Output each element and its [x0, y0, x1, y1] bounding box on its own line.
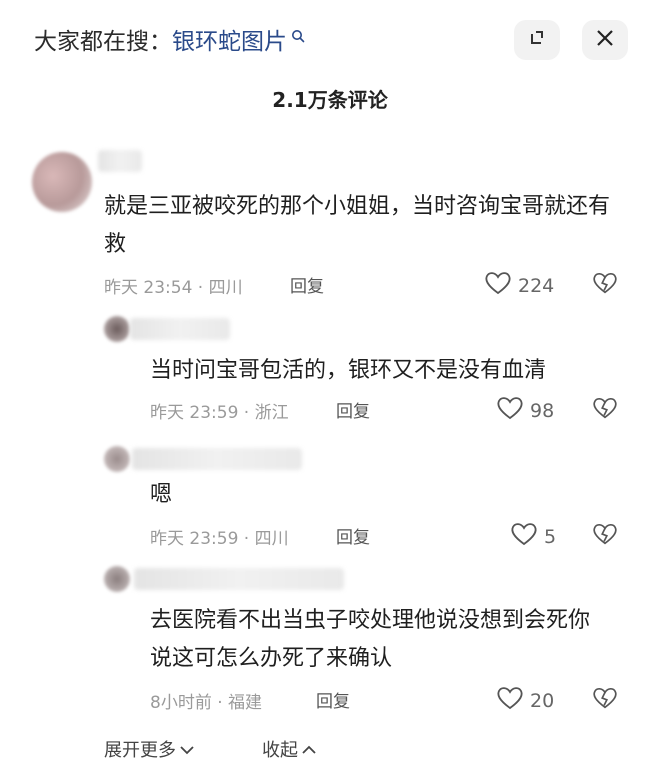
like-button[interactable]: 5 [510, 521, 556, 552]
comment-count-title: 2.1万条评论 [272, 88, 388, 112]
dislike-button[interactable] [592, 685, 618, 715]
collapse-button[interactable] [514, 20, 560, 60]
dislike-button[interactable] [592, 521, 618, 551]
comment-meta: 昨天 23:59 · 四川 [150, 529, 289, 549]
chevron-up-icon [302, 739, 316, 760]
chevron-down-icon [180, 739, 194, 760]
search-icon [291, 23, 305, 49]
expand-more-button[interactable]: 展开更多 [104, 736, 194, 762]
username[interactable] [132, 448, 302, 470]
comment-text: 当时问宝哥包活的，银环又不是没有血清 [150, 358, 547, 383]
comment-text: 去医院看不出当虫子咬处理他说没想到会死你说这可怎么办死了来确认 [150, 608, 591, 671]
reply-button[interactable]: 回复 [336, 397, 370, 422]
heart-icon [496, 395, 524, 426]
like-count: 98 [530, 399, 555, 422]
like-button[interactable]: 98 [496, 395, 554, 426]
broken-heart-icon [592, 523, 618, 551]
search-suggestion[interactable]: 大家都在搜：银环蛇图片 [34, 22, 305, 56]
reply-button[interactable]: 回复 [316, 687, 350, 712]
like-button[interactable]: 224 [484, 270, 554, 301]
username[interactable] [134, 568, 344, 590]
avatar[interactable] [104, 316, 130, 342]
like-count: 20 [530, 689, 555, 712]
collapse-icon [527, 28, 547, 52]
top-bar: 大家都在搜：银环蛇图片 2.1万条评论 [0, 0, 660, 112]
comment-meta: 昨天 23:59 · 浙江 [150, 403, 289, 423]
heart-icon [510, 521, 538, 552]
broken-heart-icon [592, 687, 618, 715]
comment-text: 就是三亚被咬死的那个小姐姐，当时咨询宝哥就还有救 [104, 194, 611, 257]
close-icon [596, 29, 614, 51]
reply-button[interactable]: 回复 [336, 523, 370, 548]
comment-text: 嗯 [150, 482, 173, 507]
comment-meta: 8小时前 · 福建 [150, 693, 263, 713]
broken-heart-icon [592, 272, 618, 300]
like-button[interactable]: 20 [496, 685, 554, 716]
reply-button[interactable]: 回复 [290, 272, 324, 297]
like-count: 5 [544, 525, 557, 548]
heart-icon [484, 270, 512, 301]
avatar[interactable] [104, 446, 130, 472]
collapse-replies-button[interactable]: 收起 [262, 736, 316, 762]
comment-meta: 昨天 23:54 · 四川 [104, 278, 243, 298]
dislike-button[interactable] [592, 395, 618, 425]
expand-more-label: 展开更多 [104, 740, 176, 761]
search-term-link[interactable]: 银环蛇图片 [172, 29, 287, 55]
search-prefix-label: 大家都在搜： [34, 29, 172, 55]
username[interactable] [98, 150, 142, 172]
close-button[interactable] [582, 20, 628, 60]
heart-icon [496, 685, 524, 716]
username[interactable] [130, 318, 230, 340]
dislike-button[interactable] [592, 270, 618, 300]
broken-heart-icon [592, 397, 618, 425]
like-count: 224 [518, 274, 555, 297]
avatar[interactable] [104, 566, 130, 592]
collapse-label: 收起 [262, 740, 298, 761]
avatar[interactable] [32, 152, 92, 212]
